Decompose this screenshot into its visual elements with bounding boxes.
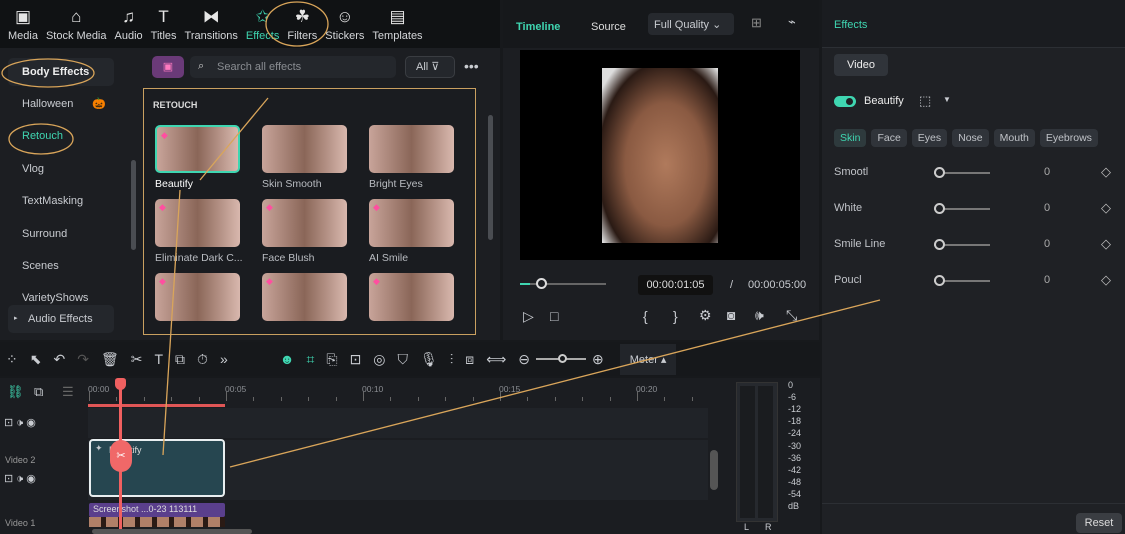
annotation-overlay [1, 1, 881, 468]
annotation-line-to-clip [162, 189, 181, 456]
annotation-ellipse-retouch [8, 123, 74, 155]
annotation-ellipse-body-effects [1, 58, 95, 88]
annotation-ellipse-effects [265, 1, 329, 47]
annotation-arrow-beautify [199, 97, 269, 181]
annotation-line-to-panel [229, 299, 881, 468]
